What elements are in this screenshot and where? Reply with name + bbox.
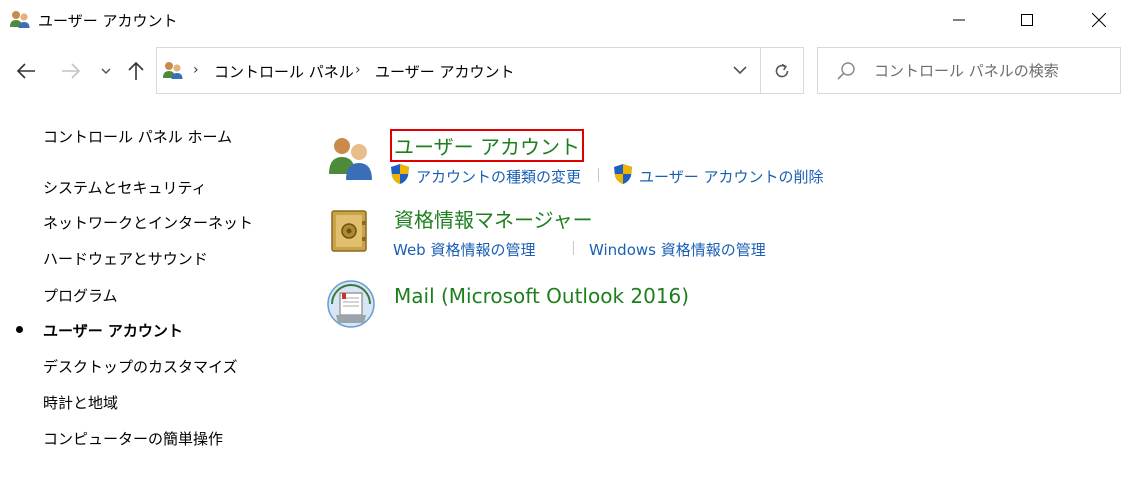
navigation-bar: › コントロール パネル › ユーザー アカウント — [0, 44, 1129, 96]
breadcrumb-separator[interactable]: › — [355, 62, 361, 78]
uac-shield-icon — [390, 163, 410, 185]
maximize-button[interactable] — [1004, 0, 1050, 40]
uac-shield-icon — [613, 163, 633, 185]
arrow-right-icon — [62, 63, 81, 79]
sidebar-item-ease-of-access[interactable]: コンピューターの簡単操作 — [43, 428, 223, 449]
user-accounts-icon — [162, 60, 184, 80]
change-account-type-link[interactable]: アカウントの種類の変更 — [416, 166, 581, 187]
chevron-down-icon — [733, 66, 747, 75]
breadcrumb-control-panel[interactable]: コントロール パネル — [214, 61, 354, 82]
user-accounts-icon — [9, 9, 31, 29]
recent-locations-button[interactable] — [95, 58, 117, 84]
address-dropdown-button[interactable] — [722, 48, 758, 93]
forward-button[interactable] — [58, 58, 84, 84]
minimize-icon — [953, 19, 965, 21]
category-credential-manager[interactable]: 資格情報マネージャー — [394, 204, 593, 233]
manage-windows-credentials-link[interactable]: Windows 資格情報の管理 — [589, 239, 766, 260]
sidebar-item-control-panel-home[interactable]: コントロール パネル ホーム — [43, 126, 232, 147]
maximize-icon — [1021, 14, 1033, 26]
window-title: ユーザー アカウント — [38, 12, 178, 30]
refresh-button[interactable] — [761, 48, 803, 93]
search-box[interactable] — [817, 47, 1121, 94]
category-user-accounts[interactable]: ユーザー アカウント — [390, 129, 584, 162]
remove-user-accounts-link[interactable]: ユーザー アカウントの削除 — [639, 166, 823, 187]
sidebar-item-clock-region[interactable]: 時計と地域 — [43, 392, 118, 413]
minimize-button[interactable] — [936, 0, 982, 40]
title-bar: ユーザー アカウント — [0, 0, 1129, 40]
search-icon — [836, 61, 856, 81]
chevron-down-icon — [101, 68, 111, 75]
task-separator — [598, 168, 599, 182]
back-button[interactable] — [13, 58, 39, 84]
sidebar-item-system-security[interactable]: システムとセキュリティ — [43, 177, 207, 198]
user-accounts-icon[interactable] — [326, 132, 376, 186]
sidebar-item-hardware-sound[interactable]: ハードウェアとサウンド — [43, 248, 208, 269]
sidebar-item-network-internet[interactable]: ネットワークとインターネット — [43, 212, 253, 233]
close-button[interactable] — [1076, 0, 1122, 40]
search-input[interactable] — [874, 56, 1114, 86]
address-bar[interactable]: › コントロール パネル › ユーザー アカウント — [156, 47, 804, 94]
category-mail[interactable]: Mail (Microsoft Outlook 2016) — [394, 284, 689, 308]
breadcrumb-user-accounts[interactable]: ユーザー アカウント — [375, 61, 514, 82]
mail-icon[interactable] — [326, 279, 376, 333]
active-bullet — [16, 326, 23, 333]
close-icon — [1092, 13, 1106, 27]
credential-vault-icon[interactable] — [328, 207, 370, 259]
sidebar-item-personalization[interactable]: デスクトップのカスタマイズ — [43, 356, 238, 377]
up-button[interactable] — [123, 58, 149, 84]
task-separator — [573, 241, 574, 255]
arrow-up-icon — [128, 61, 144, 80]
manage-web-credentials-link[interactable]: Web 資格情報の管理 — [393, 239, 535, 260]
breadcrumb-separator[interactable]: › — [193, 62, 199, 78]
sidebar-item-user-accounts[interactable]: ユーザー アカウント — [43, 320, 183, 341]
sidebar-item-programs[interactable]: プログラム — [43, 285, 118, 306]
refresh-icon — [775, 63, 789, 77]
arrow-left-icon — [16, 63, 35, 79]
